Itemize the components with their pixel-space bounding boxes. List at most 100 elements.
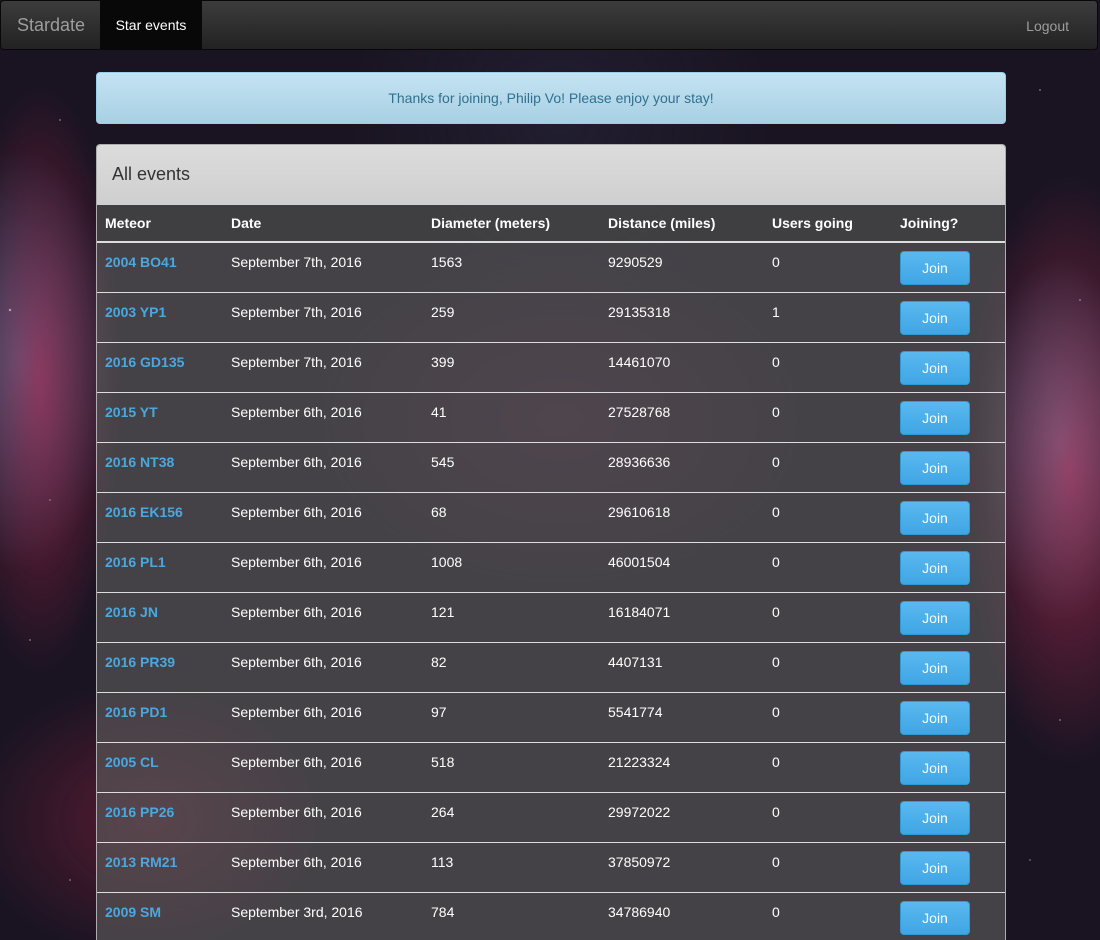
column-header-joining: Joining? — [892, 205, 1005, 243]
joining-cell: Join — [892, 291, 1005, 342]
diameter-cell: 82 — [423, 641, 600, 692]
events-panel: All events Meteor Date Diameter (meters)… — [96, 144, 1006, 940]
users-going-text: 0 — [772, 903, 780, 920]
join-button[interactable]: Join — [900, 650, 970, 685]
distance-cell: 5541774 — [600, 691, 764, 742]
join-button[interactable]: Join — [900, 400, 970, 435]
distance-cell: 28936636 — [600, 441, 764, 492]
date-text: September 6th, 2016 — [231, 503, 362, 520]
events-table-body: 2004 BO41 September 7th, 2016 1563 9290529 0… — [97, 241, 1005, 940]
meteor-cell: 2016 PD1 — [97, 691, 223, 742]
join-button[interactable]: Join — [900, 251, 970, 285]
joining-cell: Join — [892, 741, 1005, 792]
joining-cell: Join — [892, 791, 1005, 842]
date-text: September 6th, 2016 — [231, 603, 362, 620]
users-going-text: 0 — [772, 553, 780, 570]
distance-text: 9290529 — [608, 254, 663, 270]
date-text: September 7th, 2016 — [231, 353, 362, 370]
distance-cell: 29135318 — [600, 291, 764, 342]
meteor-cell: 2016 EK156 — [97, 491, 223, 542]
distance-cell: 29610618 — [600, 491, 764, 542]
date-cell: September 6th, 2016 — [223, 841, 423, 892]
join-button[interactable]: Join — [900, 800, 970, 835]
diameter-cell: 784 — [423, 891, 600, 940]
logout-link[interactable]: Logout — [1026, 18, 1069, 34]
meteor-link[interactable]: 2004 BO41 — [105, 254, 177, 270]
join-button[interactable]: Join — [900, 350, 970, 385]
meteor-cell: 2005 CL — [97, 741, 223, 792]
users-going-cell: 0 — [764, 691, 892, 742]
users-going-text: 0 — [772, 653, 780, 670]
distance-text: 29972022 — [608, 803, 671, 820]
users-going-text: 0 — [772, 453, 780, 470]
joining-cell: Join — [892, 691, 1005, 742]
brand-link[interactable]: Stardate — [17, 15, 85, 36]
users-going-text: 0 — [772, 853, 780, 870]
table-row: 2016 GD135 September 7th, 2016 399 14461070… — [97, 341, 1005, 392]
join-button[interactable]: Join — [900, 500, 970, 535]
date-text: September 7th, 2016 — [231, 254, 362, 270]
diameter-text: 784 — [431, 903, 455, 920]
meteor-link[interactable]: 2016 PL1 — [105, 554, 166, 570]
join-button[interactable]: Join — [900, 900, 970, 935]
distance-text: 29610618 — [608, 503, 671, 520]
users-going-text: 0 — [772, 503, 780, 520]
meteor-link[interactable]: 2016 EK156 — [105, 504, 183, 520]
table-header-row: Meteor Date Diameter (meters) Distance (… — [97, 205, 1005, 243]
distance-text: 28936636 — [608, 453, 671, 470]
diameter-cell: 41 — [423, 391, 600, 442]
distance-text: 4407131 — [608, 653, 663, 670]
date-cell: September 6th, 2016 — [223, 391, 423, 442]
meteor-cell: 2013 RM21 — [97, 841, 223, 892]
meteor-link[interactable]: 2009 SM — [105, 904, 161, 920]
table-row: 2013 RM21 September 6th, 2016 113 37850972 0… — [97, 841, 1005, 892]
table-row: 2016 PD1 September 6th, 2016 97 5541774 0 Joi… — [97, 691, 1005, 742]
tab-star-events[interactable]: Star events — [100, 1, 202, 50]
users-going-cell: 0 — [764, 541, 892, 592]
diameter-text: 1008 — [431, 553, 463, 570]
distance-cell: 16184071 — [600, 591, 764, 642]
date-cell: September 6th, 2016 — [223, 691, 423, 742]
meteor-link[interactable]: 2016 PR39 — [105, 654, 175, 670]
join-button[interactable]: Join — [900, 850, 970, 885]
join-button[interactable]: Join — [900, 550, 970, 585]
users-going-cell: 0 — [764, 791, 892, 842]
join-button[interactable]: Join — [900, 450, 970, 485]
meteor-link[interactable]: 2003 YP1 — [105, 304, 166, 320]
date-cell: September 6th, 2016 — [223, 491, 423, 542]
distance-text: 21223324 — [608, 753, 671, 770]
date-text: September 3rd, 2016 — [231, 903, 363, 920]
meteor-link[interactable]: 2016 PD1 — [105, 704, 167, 720]
meteor-link[interactable]: 2016 GD135 — [105, 354, 184, 370]
welcome-alert-text: Thanks for joining, Philip Vo! Please en… — [388, 90, 714, 106]
meteor-link[interactable]: 2016 JN — [105, 604, 158, 620]
meteor-link[interactable]: 2015 YT — [105, 404, 158, 420]
distance-text: 34786940 — [608, 903, 671, 920]
joining-cell: Join — [892, 441, 1005, 492]
meteor-link[interactable]: 2013 RM21 — [105, 854, 177, 870]
join-button[interactable]: Join — [900, 300, 970, 335]
meteor-link[interactable]: 2005 CL — [105, 754, 159, 770]
date-cell: September 6th, 2016 — [223, 441, 423, 492]
events-table: Meteor Date Diameter (meters) Distance (… — [97, 205, 1005, 940]
join-button[interactable]: Join — [900, 600, 970, 635]
diameter-text: 1563 — [431, 254, 463, 270]
meteor-link[interactable]: 2016 PP26 — [105, 804, 174, 820]
users-going-cell: 0 — [764, 891, 892, 940]
distance-text: 37850972 — [608, 853, 671, 870]
distance-cell: 46001504 — [600, 541, 764, 592]
joining-cell: Join — [892, 391, 1005, 442]
date-cell: September 6th, 2016 — [223, 741, 423, 792]
users-going-text: 0 — [772, 753, 780, 770]
meteor-link[interactable]: 2016 NT38 — [105, 454, 174, 470]
users-going-cell: 0 — [764, 641, 892, 692]
date-cell: September 6th, 2016 — [223, 791, 423, 842]
column-header-date: Date — [223, 205, 423, 243]
date-cell: September 6th, 2016 — [223, 541, 423, 592]
join-button[interactable]: Join — [900, 700, 970, 735]
join-button[interactable]: Join — [900, 750, 970, 785]
date-text: September 6th, 2016 — [231, 453, 362, 470]
date-text: September 6th, 2016 — [231, 703, 362, 720]
joining-cell: Join — [892, 491, 1005, 542]
distance-cell: 4407131 — [600, 641, 764, 692]
